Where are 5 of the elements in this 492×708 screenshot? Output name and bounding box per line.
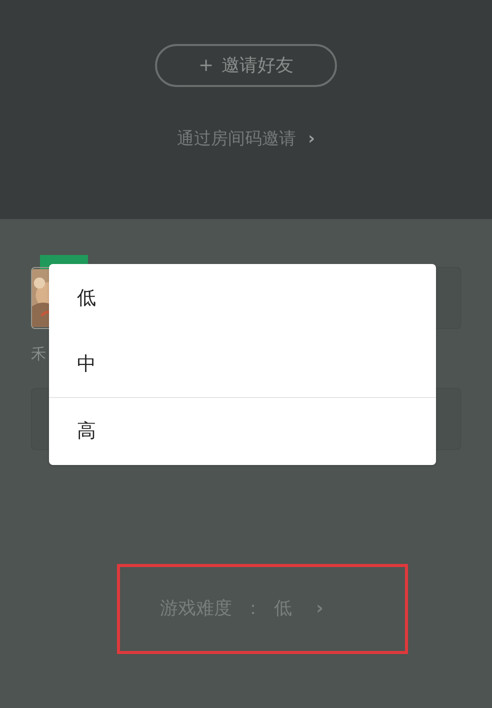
difficulty-option[interactable]: 高: [49, 397, 436, 464]
player-name: 禾: [31, 344, 46, 365]
difficulty-option[interactable]: 中: [49, 331, 436, 397]
difficulty-option[interactable]: 低: [49, 265, 436, 331]
room-code-invite-link[interactable]: 通过房间码邀请 ›: [176, 127, 315, 152]
